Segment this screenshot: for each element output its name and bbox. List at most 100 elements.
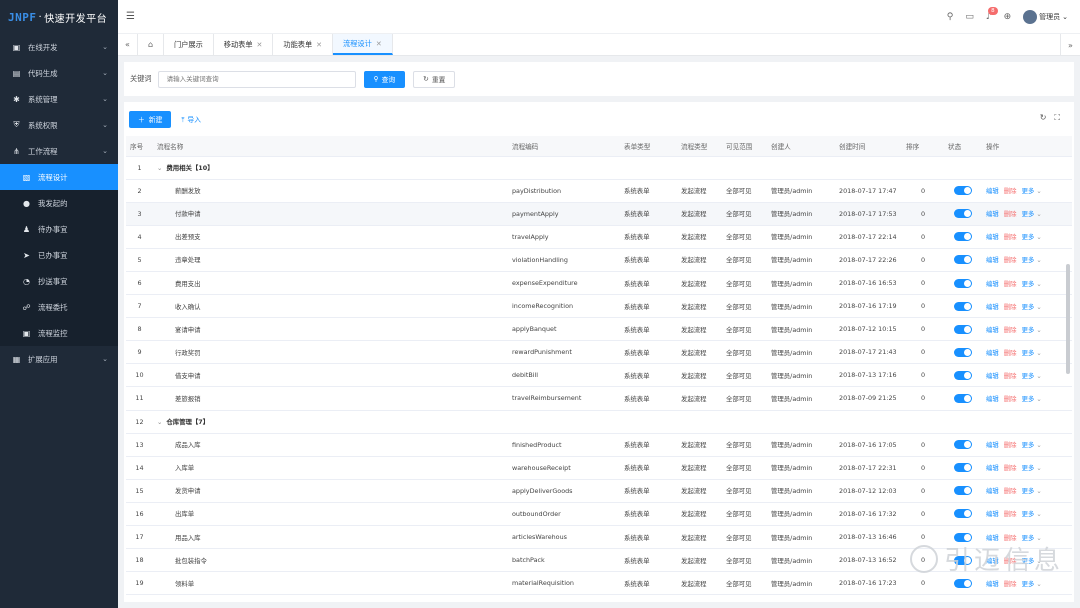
status-toggle[interactable] (954, 509, 972, 519)
table-row[interactable]: 14 入库单 warehouseReceipt 系统表单 发起流程 全部可见 管理员/adm… (126, 456, 1072, 480)
logo[interactable]: JNPF · 快速开发平台 (0, 0, 118, 34)
table-row[interactable]: 10 借支申请 debitBill 系统表单 发起流程 全部可见 管理员/admin 2018… (126, 363, 1072, 388)
delete-link[interactable]: 删除 (1004, 487, 1017, 495)
menu-toggle-icon[interactable]: ☰ (126, 11, 135, 22)
vertical-scrollbar[interactable] (1066, 264, 1070, 374)
status-toggle[interactable] (954, 440, 972, 450)
group-name-cell[interactable]: ⌄ 费用相关【10】 (153, 156, 508, 180)
delete-link[interactable]: 删除 (1004, 280, 1017, 288)
tabs-scroll-right-icon[interactable]: » (1060, 34, 1080, 56)
delete-link[interactable]: 删除 (1004, 349, 1017, 357)
table-row[interactable]: 3 付款申请 paymentApply 系统表单 发起流程 全部可见 管理员/admin 20… (126, 202, 1072, 226)
delete-link[interactable]: 删除 (1004, 326, 1017, 334)
table-row[interactable]: 11 差旅报销 travelReimbursement 系统表单 发起流程 全部可见 管理员… (126, 386, 1072, 411)
tab-0[interactable]: 门户展示 (164, 34, 214, 55)
tab-1[interactable]: 移动表单 ✕ (214, 34, 274, 55)
more-dropdown[interactable]: 更多 ⌄ (1022, 580, 1042, 588)
more-dropdown[interactable]: 更多 ⌄ (1022, 372, 1042, 380)
status-toggle[interactable] (954, 463, 972, 473)
more-dropdown[interactable]: 更多 ⌄ (1022, 395, 1042, 403)
close-icon[interactable]: ✕ (316, 41, 322, 49)
table-row[interactable]: 2 薪酬发放 payDistribution 系统表单 发起流程 全部可见 管理员/admi… (126, 179, 1072, 203)
delete-link[interactable]: 删除 (1004, 210, 1017, 218)
import-button[interactable]: ⤒ 导入 (181, 114, 201, 125)
user-menu[interactable]: 管理员 ⌄ (1023, 10, 1068, 24)
delete-link[interactable]: 删除 (1004, 580, 1017, 588)
sidebar-item-4[interactable]: ⋔ 工作流程 ⌄ (0, 138, 118, 164)
sidebar-subitem-3[interactable]: ➤ 已办事宜 (0, 242, 118, 268)
status-toggle[interactable] (954, 255, 972, 265)
more-dropdown[interactable]: 更多 ⌄ (1022, 510, 1042, 518)
table-row[interactable]: 4 出差预支 travelApply 系统表单 发起流程 全部可见 管理员/admin 201… (126, 225, 1072, 249)
sidebar-item-0[interactable]: ▣ 在线开发 ⌄ (0, 34, 118, 60)
edit-link[interactable]: 编辑 (986, 187, 999, 195)
delete-link[interactable]: 删除 (1004, 303, 1017, 311)
home-tab-icon[interactable]: ⌂ (138, 34, 164, 55)
edit-link[interactable]: 编辑 (986, 464, 999, 472)
table-row[interactable]: 9 行政奖罚 rewardPunishment 系统表单 发起流程 全部可见 管理员/adm… (126, 340, 1072, 365)
status-toggle[interactable] (954, 278, 972, 288)
search-icon[interactable]: ⚲ (947, 12, 954, 22)
more-dropdown[interactable]: 更多 ⌄ (1022, 187, 1042, 195)
sidebar-subitem-2[interactable]: ♟ 待办事宜 (0, 216, 118, 242)
delete-link[interactable]: 删除 (1004, 510, 1017, 518)
group-name-cell[interactable]: ⌄ 仓库管理【7】 (153, 410, 508, 434)
edit-link[interactable]: 编辑 (986, 487, 999, 495)
more-dropdown[interactable]: 更多 ⌄ (1022, 280, 1042, 288)
delete-link[interactable]: 删除 (1004, 372, 1017, 380)
tab-2[interactable]: 功能表单 ✕ (273, 34, 334, 55)
new-button[interactable]: ＋新建 (129, 110, 172, 128)
refresh-icon[interactable]: ↻ (1040, 113, 1047, 123)
status-toggle[interactable] (954, 186, 972, 196)
table-row[interactable]: 13 成品入库 finishedProduct 系统表单 发起流程 全部可见 管理员/adm… (126, 433, 1072, 457)
sidebar-item-2[interactable]: ✱ 系统管理 ⌄ (0, 86, 118, 112)
status-toggle[interactable] (954, 578, 972, 588)
edit-link[interactable]: 编辑 (986, 303, 999, 311)
sidebar-subitem-6[interactable]: ▣ 流程监控 (0, 320, 118, 346)
delete-link[interactable]: 删除 (1004, 187, 1017, 195)
edit-link[interactable]: 编辑 (986, 372, 999, 380)
more-dropdown[interactable]: 更多 ⌄ (1022, 326, 1042, 334)
fullscreen-icon[interactable]: ⛶ (1054, 113, 1060, 123)
more-dropdown[interactable]: 更多 ⌄ (1022, 487, 1042, 495)
more-dropdown[interactable]: 更多 ⌄ (1022, 303, 1042, 311)
sidebar-subitem-5[interactable]: ☍ 流程委托 (0, 294, 118, 320)
edit-link[interactable]: 编辑 (986, 326, 999, 334)
status-toggle[interactable] (954, 347, 972, 357)
status-toggle[interactable] (954, 486, 972, 496)
edit-link[interactable]: 编辑 (986, 510, 999, 518)
chevron-down-icon[interactable]: ⌄ (157, 418, 162, 426)
more-dropdown[interactable]: 更多 ⌄ (1022, 256, 1042, 264)
tab-3[interactable]: 流程设计 ✕ (333, 34, 393, 55)
more-dropdown[interactable]: 更多 ⌄ (1022, 210, 1042, 218)
delete-link[interactable]: 删除 (1004, 256, 1017, 264)
bell-icon[interactable]: ♪ 8 (986, 7, 998, 22)
tabs-scroll-left-icon[interactable]: « (118, 34, 138, 55)
edit-link[interactable]: 编辑 (986, 280, 999, 288)
edit-link[interactable]: 编辑 (986, 256, 999, 264)
chevron-down-icon[interactable]: ⌄ (157, 164, 162, 172)
more-dropdown[interactable]: 更多 ⌄ (1022, 441, 1042, 449)
status-toggle[interactable] (954, 232, 972, 242)
delete-link[interactable]: 删除 (1004, 233, 1017, 241)
table-row[interactable]: 16 出库单 outboundOrder 系统表单 发起流程 全部可见 管理员/admin 2… (126, 502, 1072, 527)
globe-icon[interactable]: ⊕ (1004, 12, 1012, 22)
status-toggle[interactable] (954, 393, 972, 403)
more-dropdown[interactable]: 更多 ⌄ (1022, 464, 1042, 472)
table-row[interactable]: 12 ⌄ 仓库管理【7】 (126, 410, 1072, 434)
table-row[interactable]: 1 ⌄ 费用相关【10】 (126, 156, 1072, 180)
sidebar-item-extend[interactable]: ▦ 扩展应用 ⌄ (0, 346, 118, 372)
edit-link[interactable]: 编辑 (986, 395, 999, 403)
query-button[interactable]: ⚲ 查询 (363, 70, 406, 88)
sidebar-subitem-1[interactable]: ● 我发起的 (0, 190, 118, 216)
reset-button[interactable]: ↻ 重置 (413, 70, 456, 88)
status-toggle[interactable] (954, 301, 972, 311)
delete-link[interactable]: 删除 (1004, 395, 1017, 403)
table-row[interactable]: 7 收入确认 incomeRecognition 系统表单 发起流程 全部可见 管理员/ad… (126, 294, 1072, 319)
edit-link[interactable]: 编辑 (986, 233, 999, 241)
sidebar-subitem-4[interactable]: ◔ 抄送事宜 (0, 268, 118, 294)
table-row[interactable]: 5 违章处理 violationHandling 系统表单 发起流程 全部可见 管理员/ad… (126, 248, 1072, 272)
edit-link[interactable]: 编辑 (986, 580, 999, 588)
close-icon[interactable]: ✕ (257, 41, 263, 49)
table-row[interactable]: 6 费用支出 expenseExpenditure 系统表单 发起流程 全部可见 管理员/a… (126, 271, 1072, 296)
